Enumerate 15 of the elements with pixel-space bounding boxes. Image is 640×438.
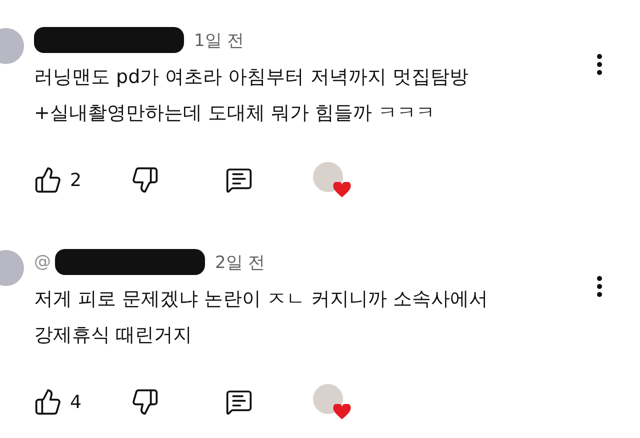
like-button[interactable] — [34, 166, 62, 194]
more-options-icon — [597, 54, 602, 75]
dislike-button[interactable] — [131, 166, 160, 194]
comment-text: 저게 피로 문제겠냐 논란이 ㅈㄴ 커지니까 소속사에서 강제휴식 때린거지 — [34, 287, 490, 348]
reply-button[interactable] — [225, 166, 254, 194]
reply-button[interactable] — [225, 388, 254, 416]
comment-time: 1일 전 — [194, 30, 244, 52]
username[interactable]: @ — [34, 252, 51, 272]
like-count: 4 — [70, 392, 82, 412]
like-count: 2 — [70, 170, 82, 190]
dislike-button[interactable] — [131, 388, 160, 416]
like-button[interactable] — [34, 388, 62, 416]
more-options-icon — [597, 276, 602, 297]
comment-time: 2일 전 — [215, 252, 266, 274]
comment-text: 러닝맨도 pd가 여초라 아침부터 저녁까지 멋집탐방+실내촬영만하는데 도대체 뭐가 힘들까 ㅋㅋㅋ — [34, 65, 470, 126]
